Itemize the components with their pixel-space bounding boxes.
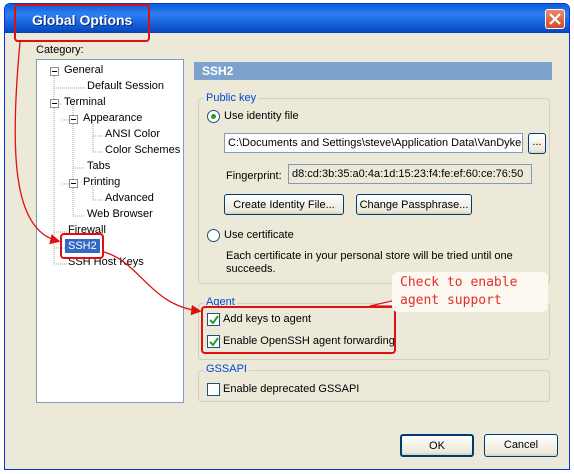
tree-item-tabs[interactable]: Tabs <box>87 160 110 172</box>
create-identity-file-button[interactable]: Create Identity File... <box>224 194 344 215</box>
close-button[interactable] <box>545 9 565 29</box>
fingerprint-label: Fingerprint: <box>226 170 282 182</box>
deprecated-gssapi-label[interactable]: Enable deprecated GSSAPI <box>223 383 359 395</box>
identity-file-path-input[interactable]: C:\Documents and Settings\steve\Applicat… <box>224 133 523 153</box>
use-identity-file-label[interactable]: Use identity file <box>224 110 299 122</box>
category-label: Category: <box>36 44 84 56</box>
tree-item-appearance[interactable]: Appearance <box>83 112 142 124</box>
agent-options-highlight-box <box>201 306 396 354</box>
browse-button[interactable]: ... <box>528 133 546 154</box>
cancel-button[interactable]: Cancel <box>484 434 558 457</box>
panel-header-title: SSH2 <box>202 64 234 78</box>
annotation-callout: Check to enable agent support <box>392 272 548 312</box>
fingerprint-field: d8:cd:3b:35:a0:4a:1d:15:23:f4:fe:ef:60:c… <box>288 164 532 184</box>
change-passphrase-button[interactable]: Change Passphrase... <box>356 194 472 215</box>
general-collapse-icon[interactable] <box>50 67 59 76</box>
callout-line1: Check to enable <box>400 275 518 290</box>
callout-line2: agent support <box>400 293 502 308</box>
tree-item-default-session[interactable]: Default Session <box>87 80 164 92</box>
change-passphrase-label: Change Passphrase... <box>359 199 469 211</box>
ok-button[interactable]: OK <box>400 434 474 457</box>
ssh2-highlight-box <box>60 233 104 259</box>
certificate-note-line1: Each certificate in your personal store … <box>226 250 513 262</box>
tree-item-web-browser[interactable]: Web Browser <box>87 208 153 220</box>
ok-button-label: OK <box>429 440 445 452</box>
tree-item-advanced[interactable]: Advanced <box>105 192 154 204</box>
public-key-group-title: Public key <box>204 92 259 104</box>
deprecated-gssapi-checkbox[interactable] <box>207 383 220 396</box>
close-icon <box>549 13 561 25</box>
tree-item-terminal[interactable]: Terminal <box>64 96 106 108</box>
gssapi-group-title: GSSAPI <box>204 363 249 375</box>
tree-item-ansi-color[interactable]: ANSI Color <box>105 128 160 140</box>
use-certificate-radio[interactable] <box>207 229 220 242</box>
use-certificate-label[interactable]: Use certificate <box>224 229 294 241</box>
use-identity-file-radio[interactable] <box>207 110 220 123</box>
certificate-note-line2: succeeds. <box>226 263 276 275</box>
terminal-collapse-icon[interactable] <box>50 99 59 108</box>
panel-header: SSH2 <box>194 62 552 80</box>
create-identity-file-label: Create Identity File... <box>233 199 335 211</box>
printing-collapse-icon[interactable] <box>69 179 78 188</box>
browse-button-label: ... <box>532 136 542 148</box>
cancel-button-label: Cancel <box>503 439 539 451</box>
tree-item-color-schemes[interactable]: Color Schemes <box>105 144 180 156</box>
title-highlight-box <box>14 4 150 42</box>
tree-item-general[interactable]: General <box>64 64 103 76</box>
tree-item-printing[interactable]: Printing <box>83 176 120 188</box>
category-tree[interactable]: General Default Session Terminal Appeara… <box>36 59 184 403</box>
appearance-collapse-icon[interactable] <box>69 115 78 124</box>
